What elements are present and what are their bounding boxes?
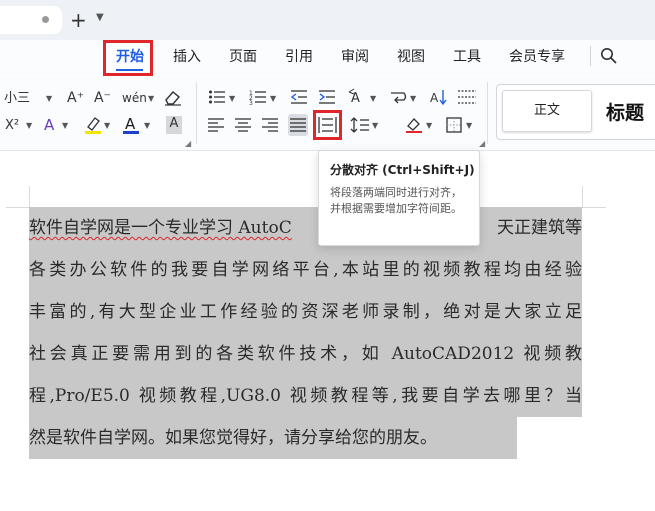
line-spacing-icon[interactable]: [350, 116, 370, 134]
decrease-indent-icon[interactable]: [290, 89, 308, 105]
clear-format-icon[interactable]: [163, 88, 183, 106]
tab-insert[interactable]: 插入: [173, 48, 201, 66]
shading-chevron-icon[interactable]: ▼: [426, 121, 432, 130]
bullet-chevron-icon[interactable]: ▼: [229, 94, 235, 103]
unsaved-dot-icon: [42, 16, 49, 23]
toolbar-divider: [487, 82, 488, 144]
font-color-button[interactable]: A: [125, 116, 135, 132]
new-tab-icon[interactable]: +: [70, 8, 87, 32]
superscript-button[interactable]: X²: [5, 118, 19, 134]
document-text: 然是软件自学网。如果您觉得好，请分享给您的朋友。: [29, 428, 437, 448]
align-center-icon[interactable]: [235, 118, 251, 132]
tooltip-body: 将段落两端同时进行对齐，并根据需要增加字符间距。: [330, 186, 462, 215]
toolbar-divider: [196, 82, 197, 144]
document-line[interactable]: 然是软件自学网。如果您觉得好，请分享给您的朋友。: [29, 417, 517, 459]
document-text: 软件自学网是一个专业学习 AutoC: [29, 218, 292, 238]
font-size-chevron-icon[interactable]: ▼: [46, 94, 52, 103]
document-line[interactable]: 软件自学网是一个专业学习 AutoC 天正建筑等: [29, 207, 582, 249]
grow-font-button[interactable]: A⁺: [67, 90, 84, 106]
document-text: 天正建筑等: [497, 218, 582, 238]
document-text: 程,Pro/E5.0 视频教程,UG8.0 视频教程等,我要自学去哪里？当: [29, 386, 582, 406]
numbered-list-icon[interactable]: 123: [249, 89, 267, 105]
pinyin-chevron-icon[interactable]: ▼: [148, 94, 154, 103]
document-line[interactable]: 社会真正要需用到的各类软件技术，如 AutoCAD2012 视频教: [29, 333, 582, 375]
document-tab[interactable]: [0, 6, 62, 34]
tab-page[interactable]: 页面: [229, 48, 257, 66]
tab-tools[interactable]: 工具: [453, 48, 481, 66]
page-margin-guide: [29, 186, 30, 208]
svg-text:3: 3: [249, 100, 253, 105]
document-line[interactable]: 丰富的,有大型企业工作经验的资深老师录制，绝对是大家立足: [29, 291, 582, 333]
menu-divider: [590, 46, 591, 66]
document-line[interactable]: 程,Pro/E5.0 视频教程,UG8.0 视频教程等,我要自学去哪里？当: [29, 375, 582, 417]
char-shading-button[interactable]: A: [166, 116, 182, 134]
document-text: 社会真正要需用到的各类软件技术，如 AutoCAD2012 视频教: [29, 344, 582, 364]
distributed-align-highlight: [313, 110, 342, 140]
line-spacing-chevron-icon[interactable]: ▼: [372, 121, 378, 130]
superscript-chevron-icon[interactable]: ▼: [26, 121, 32, 130]
justify-icon[interactable]: [290, 118, 306, 132]
text-direction-icon[interactable]: A: [348, 88, 368, 106]
text-effect-chevron-icon[interactable]: ▼: [62, 121, 68, 130]
document-line[interactable]: 各类办公软件的我要自学网络平台,本站里的视频教程均由经验: [29, 249, 582, 291]
style-normal-label: 正文: [533, 103, 560, 118]
bullet-list-icon[interactable]: [208, 89, 226, 105]
tab-reference[interactable]: 引用: [285, 48, 313, 66]
align-right-icon[interactable]: [262, 118, 278, 132]
highlight-chevron-icon[interactable]: ▼: [104, 121, 110, 130]
style-heading[interactable]: 标题: [606, 98, 644, 125]
page-margin-guide: [582, 186, 583, 208]
font-dialog-launcher-icon[interactable]: ◢: [185, 139, 191, 148]
paragraph-dialog-launcher-icon[interactable]: ◢: [479, 139, 485, 148]
increase-indent-icon[interactable]: [318, 89, 336, 105]
document-text: 丰富的,有大型企业工作经验的资深老师录制，绝对是大家立足: [29, 302, 582, 322]
font-color-swatch: [123, 131, 139, 134]
text-effect-button[interactable]: A: [44, 117, 54, 133]
style-normal[interactable]: 正文: [502, 90, 592, 132]
line-wrap-icon[interactable]: [390, 89, 408, 105]
text-direction-chevron-icon[interactable]: ▼: [370, 94, 376, 103]
pinyin-guide-button[interactable]: wén: [122, 90, 147, 106]
tooltip-title: 分散对齐 (Ctrl+Shift+J): [330, 163, 475, 177]
shading-icon[interactable]: [404, 116, 424, 134]
tab-review[interactable]: 审阅: [341, 48, 369, 66]
show-formatting-icon[interactable]: [457, 89, 477, 105]
svg-text:A: A: [430, 91, 439, 105]
font-color-chevron-icon[interactable]: ▼: [144, 121, 150, 130]
sort-icon[interactable]: A: [430, 88, 448, 106]
tab-view[interactable]: 视图: [397, 48, 425, 66]
borders-icon[interactable]: [446, 117, 462, 133]
align-left-icon[interactable]: [208, 118, 224, 132]
font-size-select[interactable]: 小三: [4, 91, 30, 107]
borders-chevron-icon[interactable]: ▼: [466, 121, 472, 130]
highlighter-icon[interactable]: [84, 115, 102, 135]
home-tab-highlight: [103, 40, 153, 76]
tab-member[interactable]: 会员专享: [509, 48, 565, 66]
search-icon[interactable]: [600, 47, 618, 65]
chevron-down-icon[interactable]: ▼: [96, 12, 104, 23]
line-wrap-chevron-icon[interactable]: ▼: [410, 94, 416, 103]
numbered-chevron-icon[interactable]: ▼: [270, 94, 276, 103]
shrink-font-button[interactable]: A⁻: [94, 90, 111, 106]
document-text: 各类办公软件的我要自学网络平台,本站里的视频教程均由经验: [29, 260, 582, 280]
